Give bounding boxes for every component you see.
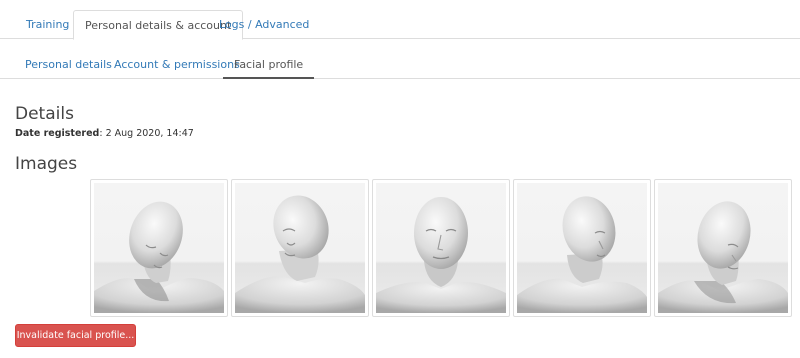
images-heading: Images bbox=[15, 154, 78, 174]
tab-logs-advanced[interactable]: Logs / Advanced bbox=[208, 10, 320, 39]
invalidate-facial-profile-button[interactable]: Invalidate facial profile... bbox=[15, 324, 136, 347]
face-render-2 bbox=[235, 183, 365, 313]
face-render-4 bbox=[517, 183, 647, 313]
face-image-4[interactable] bbox=[513, 179, 651, 317]
face-image-3[interactable] bbox=[372, 179, 510, 317]
face-image-1[interactable] bbox=[90, 179, 228, 317]
date-registered: Date registered: 2 Aug 2020, 14:47 bbox=[15, 128, 194, 139]
face-image-5[interactable] bbox=[654, 179, 792, 317]
facial-images-gallery bbox=[90, 179, 800, 318]
main-tabs: Training Personal details & account Logs… bbox=[0, 0, 800, 40]
face-image-2[interactable] bbox=[231, 179, 369, 317]
date-registered-value: : 2 Aug 2020, 14:47 bbox=[99, 128, 194, 139]
face-render-5 bbox=[658, 183, 788, 313]
subtab-facial-profile[interactable]: Facial profile bbox=[223, 53, 315, 79]
details-heading: Details bbox=[15, 104, 74, 124]
sub-tabs: Personal details Account & permissions F… bbox=[0, 39, 800, 79]
date-registered-label: Date registered bbox=[15, 128, 100, 139]
tab-training[interactable]: Training bbox=[15, 10, 80, 39]
face-render-1 bbox=[94, 183, 224, 313]
face-render-3 bbox=[376, 183, 506, 313]
